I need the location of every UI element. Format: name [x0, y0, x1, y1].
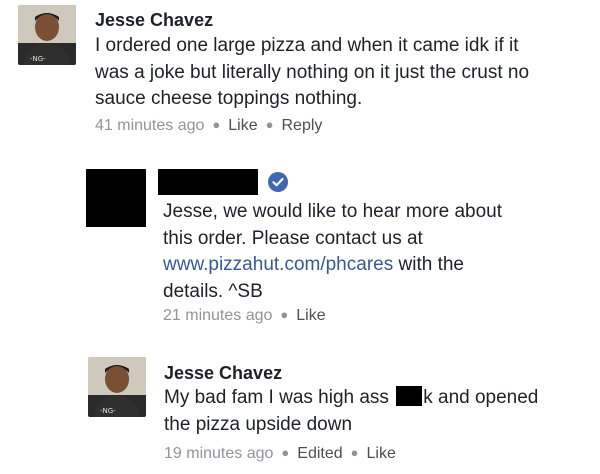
comment-author[interactable]: Jesse Chavez — [164, 363, 282, 384]
separator-dot: ● — [212, 117, 221, 132]
svg-text:-NG-: -NG- — [100, 407, 116, 415]
avatar[interactable]: -NG- — [18, 5, 76, 65]
comment-timestamp[interactable]: 41 minutes ago — [95, 117, 204, 134]
comment-meta: 21 minutes ago ● Like — [163, 307, 326, 325]
comment-line: www.pizzahut.com/phcares with the — [163, 252, 502, 279]
comment-meta: 19 minutes ago ● Edited ● Like — [164, 445, 396, 463]
avatar[interactable]: -NG- — [88, 357, 146, 417]
like-button[interactable]: Like — [228, 117, 257, 134]
comment-line: My bad fam I was high ass k and opened — [164, 385, 538, 412]
separator-dot: ● — [350, 445, 359, 460]
redacted-avatar — [86, 169, 146, 227]
comment-line: Jesse, we would like to hear more about — [163, 201, 503, 222]
comment-text: My bad fam I was high ass k and opened t… — [164, 385, 538, 438]
comment-line: sauce cheese toppings nothing. — [95, 88, 363, 109]
separator-dot: ● — [280, 307, 289, 322]
redacted-author-name — [158, 169, 258, 195]
like-button[interactable]: Like — [367, 445, 396, 462]
comment-line: was a joke but literally nothing on it j… — [95, 61, 530, 83]
reply-button[interactable]: Reply — [281, 117, 322, 134]
comment-text-segment: k and opened — [423, 387, 539, 408]
separator-dot: ● — [265, 117, 274, 132]
edited-label[interactable]: Edited — [297, 445, 342, 462]
separator-dot: ● — [281, 445, 290, 460]
redacted-word — [396, 386, 423, 406]
svg-text:-NG-: -NG- — [30, 55, 46, 63]
comment-timestamp[interactable]: 19 minutes ago — [164, 445, 273, 462]
comment-line: details. ^SB — [163, 280, 263, 302]
comment-text: I ordered one large pizza and when it ca… — [95, 33, 529, 113]
comment-timestamp[interactable]: 21 minutes ago — [163, 307, 272, 324]
support-link[interactable]: www.pizzahut.com/phcares — [163, 254, 393, 275]
comment-line: this order. Please contact us at — [163, 227, 423, 249]
like-button[interactable]: Like — [296, 307, 325, 324]
comment-line-tail: with the — [393, 254, 464, 275]
comment-text-segment: My bad fam I was high ass — [164, 387, 395, 408]
comment-line: I ordered one large pizza and when it ca… — [95, 35, 519, 56]
comment-author[interactable]: Jesse Chavez — [95, 10, 213, 31]
verified-badge-icon — [268, 172, 288, 192]
comment-text: Jesse, we would like to hear more about … — [163, 199, 502, 305]
comment-line: the pizza upside down — [164, 413, 353, 435]
comment-meta: 41 minutes ago ● Like ● Reply — [95, 117, 322, 135]
comment-thread: { "comments": [ { "author": "Jesse Chave… — [0, 0, 600, 474]
